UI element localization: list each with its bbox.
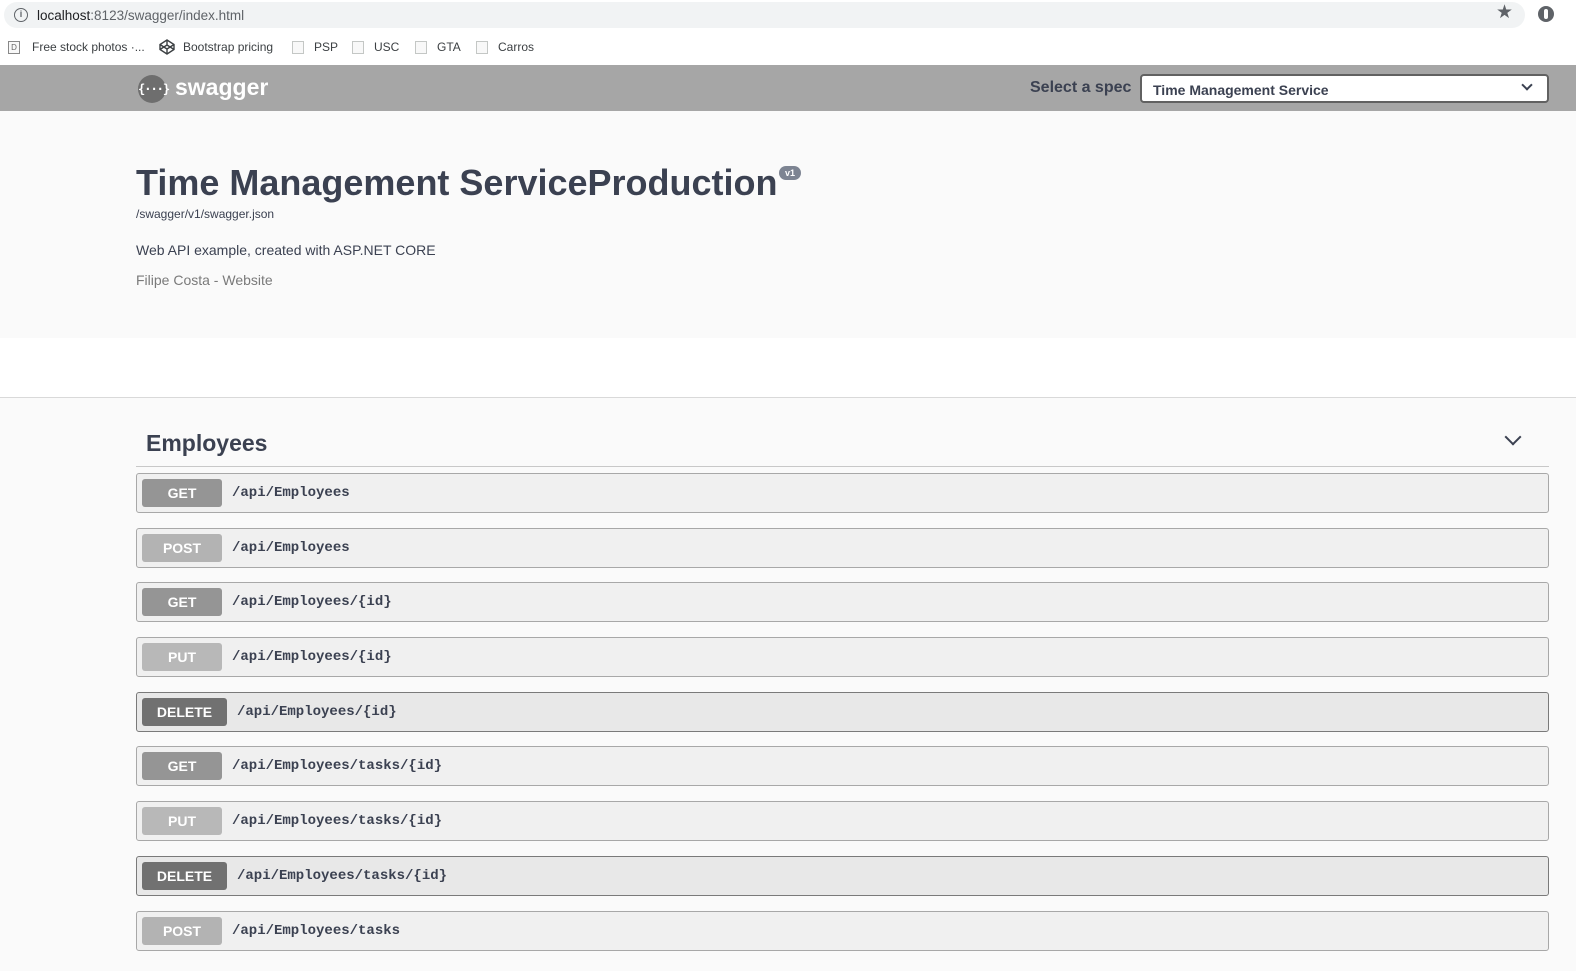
operation-path: /api/Employees/tasks [232, 922, 401, 939]
tag-title: Employees [146, 430, 268, 456]
operation-get-employee-by-id[interactable]: GET /api/Employees/{id} [136, 582, 1549, 623]
spec-select[interactable]: Time Management Service [1140, 74, 1549, 103]
swagger-json-link[interactable]: /swagger/v1/swagger.json [136, 207, 274, 221]
method-badge-get: GET [142, 752, 222, 781]
page-icon [415, 40, 427, 54]
api-description: Web API example, created with ASP.NET CO… [136, 242, 436, 258]
bookmark-carros[interactable]: Carros [476, 39, 534, 55]
method-badge-put: PUT [142, 807, 222, 836]
bookmark-usc[interactable]: USC [352, 39, 399, 55]
operation-path: /api/Employees/{id} [237, 703, 397, 720]
operation-path: /api/Employees/tasks/{id} [232, 758, 443, 775]
version-badge: v1 [779, 166, 802, 180]
codepen-icon [159, 39, 175, 55]
bookmark-free-stock-photos[interactable]: D Free stock photos ·... [8, 39, 145, 55]
bookmark-label: USC [374, 40, 400, 54]
swagger-topbar: {···} swagger Select a spec Time Managem… [0, 65, 1576, 111]
bookmark-label: Bootstrap pricing [183, 40, 274, 54]
url-box[interactable]: i localhost:8123/swagger/index.html [4, 2, 1525, 28]
chevron-down-icon[interactable] [1504, 428, 1522, 446]
operation-path: /api/Employees/tasks/{id} [237, 867, 448, 884]
operation-get-employee-tasks[interactable]: GET /api/Employees/tasks/{id} [136, 746, 1549, 787]
method-badge-get: GET [142, 588, 222, 617]
method-badge-post: POST [142, 916, 222, 945]
operation-get-employees[interactable]: GET /api/Employees [136, 473, 1549, 513]
star-icon[interactable]: ★ [1496, 3, 1513, 23]
api-info: Time Management ServiceProduction v1 /sw… [0, 111, 1576, 338]
method-badge-get: GET [142, 479, 222, 507]
swagger-logo-text[interactable]: swagger [175, 74, 268, 101]
info-icon[interactable]: i [14, 8, 28, 22]
bookmark-label: GTA [437, 40, 461, 54]
operation-path: /api/Employees/{id} [232, 649, 392, 666]
operation-path: /api/Employees [232, 485, 350, 501]
operation-post-employees[interactable]: POST /api/Employees [136, 527, 1549, 568]
method-badge-post: POST [142, 533, 222, 562]
spec-select-value: Time Management Service [1153, 82, 1329, 98]
method-badge-delete: DELETE [142, 861, 227, 890]
method-badge-delete: DELETE [142, 697, 227, 726]
operation-delete-employee-by-id[interactable]: DELETE /api/Employees/{id} [136, 691, 1549, 732]
operation-put-employee-by-id[interactable]: PUT /api/Employees/{id} [136, 637, 1549, 678]
operation-put-employee-tasks[interactable]: PUT /api/Employees/tasks/{id} [136, 801, 1549, 842]
chevron-down-icon [1521, 79, 1533, 91]
url-host: localhost [37, 8, 91, 23]
bookmark-label: PSP [314, 40, 339, 54]
bookmark-psp[interactable]: PSP [292, 39, 338, 55]
bookmarks-bar: D Free stock photos ·... Bootstrap prici… [0, 30, 1576, 65]
bookmark-bootstrap-pricing[interactable]: Bootstrap pricing [159, 39, 273, 55]
operations-list: GET /api/Employees POST /api/Employees G… [136, 473, 1549, 965]
operation-path: /api/Employees [232, 539, 350, 556]
scheme-container [0, 338, 1576, 398]
page-icon: D [8, 40, 20, 54]
page-icon [352, 40, 364, 54]
page-icon [292, 40, 304, 54]
page-title: Time Management ServiceProduction [136, 162, 778, 203]
operation-path: /api/Employees/tasks/{id} [232, 813, 443, 830]
url-text[interactable]: localhost:8123/swagger/index.html [37, 8, 244, 23]
page-icon [476, 40, 488, 54]
operation-path: /api/Employees/{id} [232, 594, 392, 611]
operation-delete-employee-tasks[interactable]: DELETE /api/Employees/tasks/{id} [136, 855, 1549, 896]
url-path: :8123/swagger/index.html [90, 8, 245, 23]
swagger-logo-icon[interactable]: {···} [138, 75, 170, 103]
tag-header-employees[interactable]: Employees [136, 420, 1549, 467]
bookmark-label: Free stock photos ·... [32, 40, 145, 54]
contact-link[interactable]: Filipe Costa - Website [136, 272, 273, 288]
bookmark-label: Carros [498, 40, 535, 54]
spec-label: Select a spec [1030, 79, 1132, 96]
browser-address-bar: i localhost:8123/swagger/index.html ★ [0, 0, 1576, 30]
operation-post-employee-tasks[interactable]: POST /api/Employees/tasks [136, 910, 1549, 951]
method-badge-put: PUT [142, 643, 222, 672]
bookmark-gta[interactable]: GTA [415, 39, 461, 55]
extension-icon[interactable] [1538, 6, 1554, 22]
